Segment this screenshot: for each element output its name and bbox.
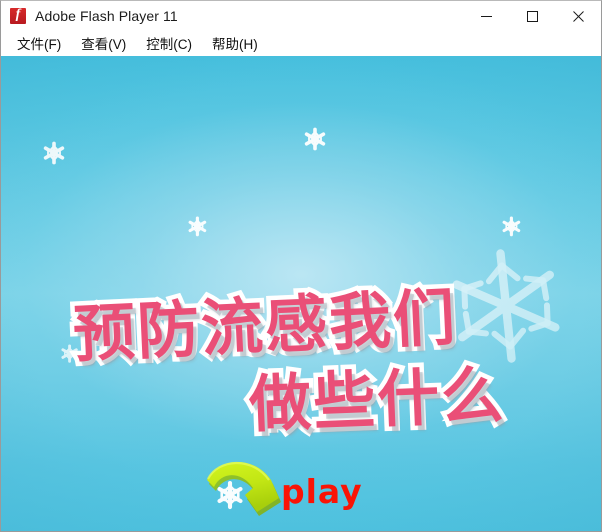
snowflake-icon [303, 127, 327, 151]
large-snowflake-icon [440, 240, 572, 372]
headline-line-1: 预防流感我们 [67, 276, 463, 375]
flash-stage[interactable]: 预防流感我们 做些什么 play [1, 56, 601, 531]
minimize-icon [480, 15, 492, 17]
minimize-button[interactable] [463, 1, 509, 31]
maximize-button[interactable] [509, 1, 555, 31]
snowflake-icon [60, 344, 79, 363]
menu-file[interactable]: 文件(F) [9, 31, 69, 56]
window-controls [463, 1, 601, 31]
menu-view[interactable]: 查看(V) [73, 31, 134, 56]
snowflake-icon [501, 216, 522, 237]
window-title: Adobe Flash Player 11 [35, 8, 178, 24]
close-button[interactable] [555, 1, 601, 31]
menu-bar: 文件(F) 查看(V) 控制(C) 帮助(H) [1, 31, 601, 56]
snowflake-icon [187, 216, 208, 237]
title-bar[interactable]: Adobe Flash Player 11 [1, 1, 601, 31]
flash-icon [10, 6, 26, 24]
maximize-icon [526, 10, 538, 22]
menu-control[interactable]: 控制(C) [138, 31, 200, 56]
snowflake-icon [42, 141, 66, 165]
flash-player-window: Adobe Flash Player 11 文件(F) 查看( [0, 0, 602, 532]
menu-help[interactable]: 帮助(H) [204, 31, 266, 56]
close-icon [572, 10, 584, 22]
play-button[interactable]: play [197, 452, 387, 520]
play-button-hitarea[interactable] [197, 452, 387, 520]
headline-line-2: 做些什么 [243, 354, 511, 446]
